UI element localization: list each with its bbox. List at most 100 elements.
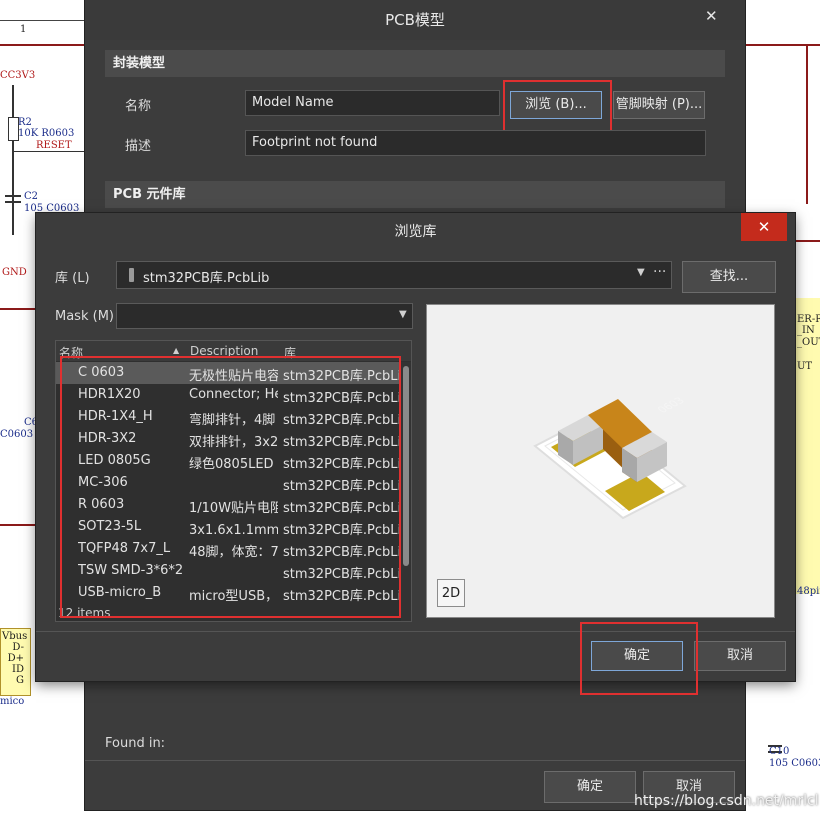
ic-pin-label: UT xyxy=(797,361,813,372)
usb-pin-list: Vbus D- D+ ID G xyxy=(2,631,28,686)
table-row[interactable]: HDR-3X2 双排排针，3x2 stm32PCB库.PcbLib xyxy=(56,428,400,450)
cell-library: stm32PCB库.PcbLib xyxy=(283,501,400,516)
sheet-number: 1 xyxy=(20,24,27,35)
name-label: 名称 xyxy=(125,99,152,114)
table-row[interactable]: HDR1X20 Connector; Header stm32PCB库.PcbLib xyxy=(56,384,400,406)
dialog-title: PCB模型 xyxy=(85,0,745,40)
vcc-net-label: CC3V3 xyxy=(0,70,36,81)
usb-pin: Vbus xyxy=(2,631,28,642)
cell-description: 48脚，体宽：7 xyxy=(189,545,278,560)
cell-name: TSW SMD-3*6*2.5 xyxy=(78,563,184,578)
sheet-border xyxy=(0,20,85,21)
cell-library: stm32PCB库.PcbLib xyxy=(283,413,400,428)
column-header-library[interactable]: 库 xyxy=(284,344,296,361)
part-marking-label: 0603 xyxy=(655,396,687,416)
c2-ref: C2 xyxy=(24,191,39,202)
cell-library: stm32PCB库.PcbLib xyxy=(283,457,400,472)
column-header-name[interactable]: 名称 xyxy=(59,344,83,361)
section-footprint-model: 封装模型 xyxy=(105,50,725,77)
ok-button[interactable]: 确定 xyxy=(544,771,636,803)
cancel-button[interactable]: 取消 xyxy=(694,641,786,671)
library-label: 库 (L) xyxy=(55,271,90,286)
table-row[interactable]: C 0603 无极性贴片电容 stm32PCB库.PcbLib xyxy=(56,362,400,384)
capacitor-c2-plate xyxy=(5,201,21,203)
r2-ref: R2 xyxy=(18,117,32,128)
capacitor-3d-model-icon: 0603 xyxy=(533,396,688,520)
more-icon[interactable]: ··· xyxy=(653,264,666,280)
ic-pin-label: _OUT xyxy=(797,337,820,348)
schematic-wire xyxy=(12,85,14,235)
reset-net-label: RESET xyxy=(36,140,72,151)
cell-description: 弯脚排针，4脚 xyxy=(189,413,276,428)
close-icon[interactable]: ✕ xyxy=(705,7,718,25)
cell-library: stm32PCB库.PcbLib xyxy=(283,589,400,604)
library-select[interactable]: stm32PCB库.PcbLib ▼ ··· xyxy=(116,261,672,289)
close-icon[interactable]: ✕ xyxy=(741,213,787,241)
cell-library: stm32PCB库.PcbLib xyxy=(283,435,400,450)
cell-name: LED 0805G xyxy=(78,453,151,468)
divider xyxy=(36,631,795,632)
capacitor-c2-plate xyxy=(5,195,21,197)
cell-name: R 0603 xyxy=(78,497,125,512)
chevron-down-icon[interactable]: ▼ xyxy=(637,267,645,278)
table-row[interactable]: MC-306 stm32PCB库.PcbLib xyxy=(56,472,400,494)
footprint-table: 名称 ▲ Description 库 C 0603 无极性贴片电容 stm32PCB… xyxy=(55,340,412,622)
cell-name: C 0603 xyxy=(78,365,125,380)
scrollbar-thumb[interactable] xyxy=(403,366,409,566)
cell-name: USB-micro_B xyxy=(78,585,162,600)
table-row[interactable]: TSW SMD-3*6*2.5 stm32PCB库.PcbLib xyxy=(56,560,400,582)
ic-pin-label: _IN xyxy=(797,325,815,336)
cell-library: stm32PCB库.PcbLib xyxy=(283,369,400,384)
cell-description: 绿色0805LED xyxy=(189,457,274,472)
cell-description: Connector; Header xyxy=(189,387,278,402)
table-row[interactable]: LED 0805G 绿色0805LED stm32PCB库.PcbLib xyxy=(56,450,400,472)
c10-value: 105 C0603 xyxy=(769,758,820,769)
c10-ref: C10 xyxy=(769,746,790,757)
chevron-down-icon[interactable]: ▼ xyxy=(399,309,407,320)
view-2d-button[interactable]: 2D xyxy=(437,579,465,607)
cell-library: stm32PCB库.PcbLib xyxy=(283,545,400,560)
item-count: 12 items xyxy=(58,606,111,620)
footprint-3d-preview[interactable]: 0603 2D xyxy=(426,304,775,618)
section-pcb-library: PCB 元件库 xyxy=(105,181,725,208)
cell-name: SOT23-5L xyxy=(78,519,142,534)
table-row[interactable]: HDR-1X4_H 弯脚排针，4脚 stm32PCB库.PcbLib xyxy=(56,406,400,428)
cell-library: stm32PCB库.PcbLib xyxy=(283,567,400,582)
found-in-label: Found in: xyxy=(105,736,166,751)
table-header: 名称 ▲ Description 库 xyxy=(56,341,411,361)
sort-asc-icon: ▲ xyxy=(173,346,180,355)
usb-pin: D+ xyxy=(7,653,24,664)
cell-name: HDR-3X2 xyxy=(78,431,137,446)
table-row[interactable]: TQFP48 7x7_L 48脚，体宽：7 stm32PCB库.PcbLib xyxy=(56,538,400,560)
table-row[interactable]: R 0603 1/10W贴片电阻 stm32PCB库.PcbLib xyxy=(56,494,400,516)
ic-pin-note: 48pin xyxy=(797,586,820,597)
find-button[interactable]: 查找... xyxy=(682,261,776,293)
description-label: 描述 xyxy=(125,139,152,154)
cell-name: HDR1X20 xyxy=(78,387,141,402)
mask-input[interactable]: ▼ xyxy=(116,303,413,329)
usb-name: mico xyxy=(0,696,25,707)
ok-button[interactable]: 确定 xyxy=(591,641,683,671)
schematic-wire xyxy=(745,44,820,46)
schematic-wire xyxy=(795,240,820,242)
cell-name: TQFP48 7x7_L xyxy=(78,541,171,556)
cell-description: 1/10W贴片电阻 xyxy=(189,501,278,516)
cell-library: stm32PCB库.PcbLib xyxy=(283,479,400,494)
cell-description: 无极性贴片电容 xyxy=(189,369,278,384)
library-select-value: stm32PCB库.PcbLib xyxy=(143,271,270,286)
pin-map-button[interactable]: 管脚映射 (P)... xyxy=(613,91,705,119)
usb-pin: G xyxy=(16,675,24,686)
column-header-description[interactable]: Description xyxy=(190,344,258,358)
table-row[interactable]: SOT23-5L 3x1.6x1.1mm(非 stm32PCB库.PcbLib xyxy=(56,516,400,538)
description-field[interactable]: Footprint not found xyxy=(245,130,706,156)
schematic-wire xyxy=(0,308,36,310)
cell-description: 3x1.6x1.1mm(非 xyxy=(189,523,278,538)
mask-label: Mask (M) xyxy=(55,309,114,324)
vertical-scrollbar[interactable] xyxy=(401,362,411,621)
name-field[interactable]: Model Name xyxy=(245,90,500,116)
watermark: https://blog.csdn.net/mrlcl xyxy=(634,793,819,809)
table-row[interactable]: USB-micro_B micro型USB， stm32PCB库.PcbLib xyxy=(56,582,400,604)
browse-button[interactable]: 浏览 (B)... xyxy=(510,91,602,119)
cell-description: 双排排针，3x2 xyxy=(189,435,278,450)
cell-name: MC-306 xyxy=(78,475,128,490)
